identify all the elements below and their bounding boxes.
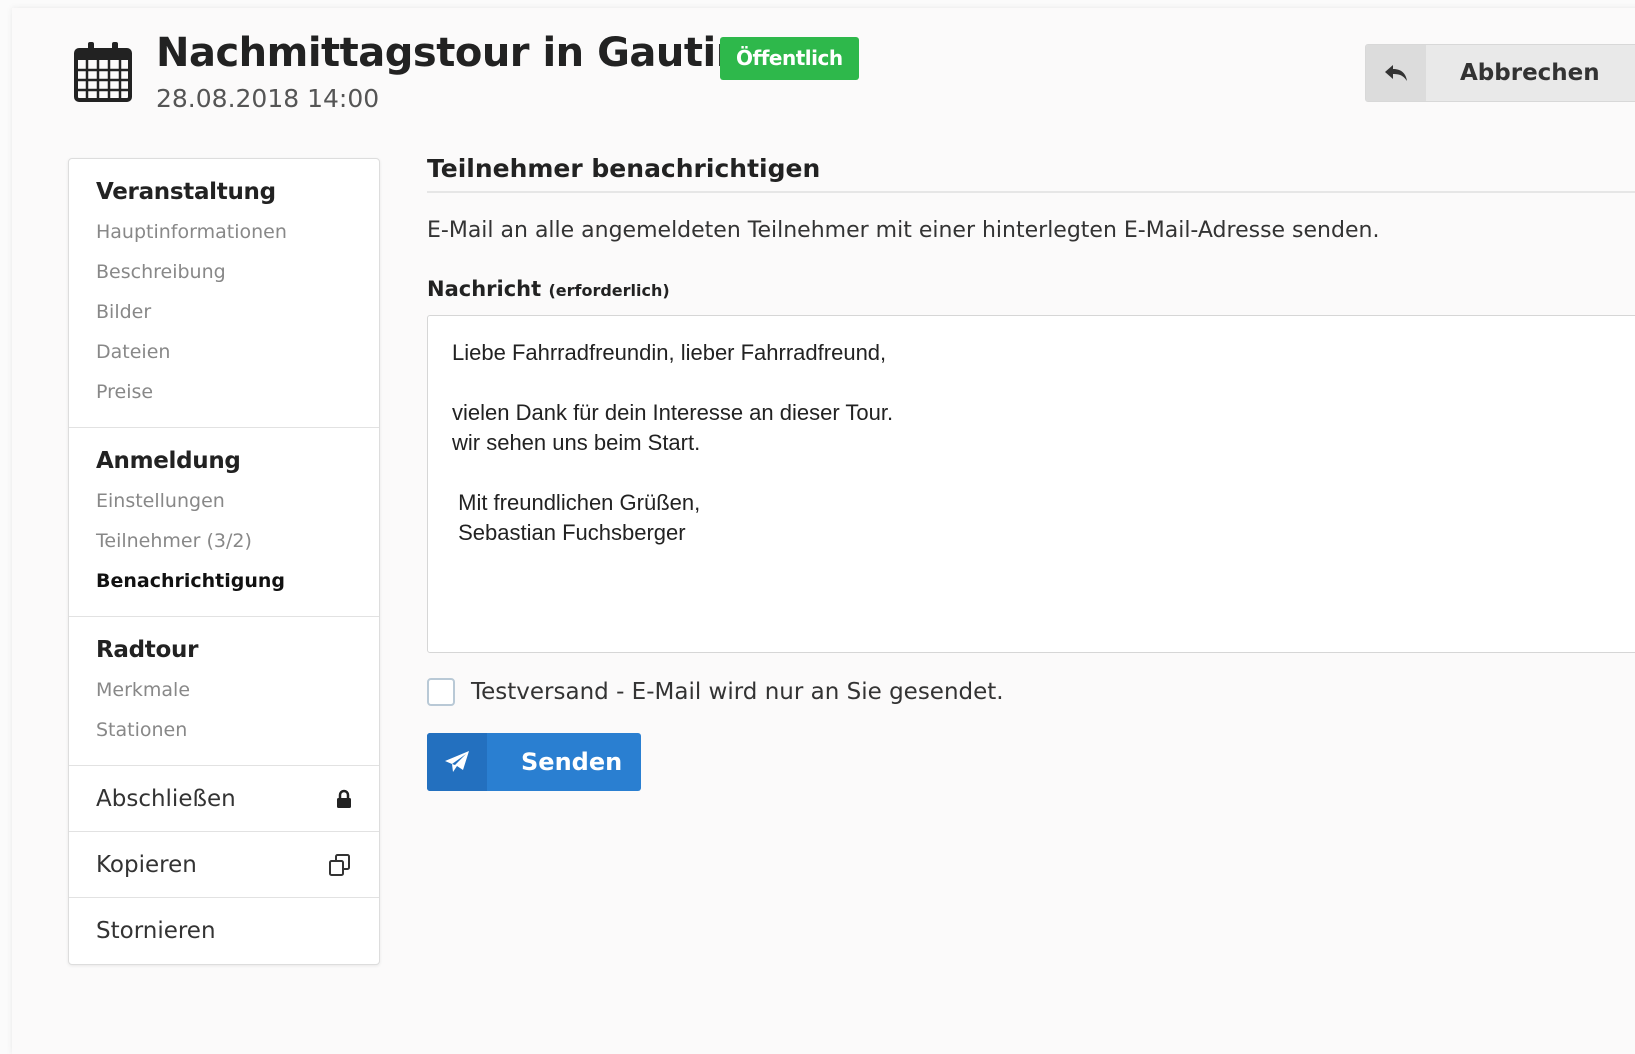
calendar-icon [74, 42, 132, 102]
sidebar-action-label: Kopieren [96, 851, 197, 878]
cancel-button-label: Abbrechen [1460, 60, 1600, 86]
sidebar-section-veranstaltung: Veranstaltung Hauptinformationen Beschre… [69, 159, 379, 428]
sidebar-item-preise[interactable]: Preise [96, 379, 352, 409]
message-textarea[interactable]: Liebe Fahrradfreundin, lieber Fahrradfre… [427, 315, 1635, 653]
sidebar-item-beschreibung[interactable]: Beschreibung [96, 259, 352, 299]
test-send-checkbox[interactable] [427, 678, 455, 706]
sidebar-item-benachrichtigung[interactable]: Benachrichtigung [96, 568, 352, 598]
test-send-label: Testversand - E-Mail wird nur an Sie ges… [471, 679, 1004, 705]
sidebar-item-dateien[interactable]: Dateien [96, 339, 352, 379]
lock-icon [337, 789, 351, 808]
required-hint: (erforderlich) [548, 281, 670, 300]
sidebar-item-merkmale[interactable]: Merkmale [96, 677, 352, 717]
sidebar-item-stationen[interactable]: Stationen [96, 717, 352, 747]
copy-icon [329, 853, 350, 876]
cancel-button[interactable]: Abbrechen [1365, 44, 1635, 102]
event-datetime: 28.08.2018 14:00 [156, 84, 380, 113]
reply-icon [1366, 45, 1426, 101]
sidebar-action-label: Stornieren [96, 918, 216, 944]
sidebar-action-stornieren[interactable]: Stornieren [69, 898, 379, 964]
sidebar-section-radtour: Radtour Merkmale Stationen [69, 617, 379, 766]
sidebar-action-label: Abschließen [96, 785, 236, 812]
sidebar-action-kopieren[interactable]: Kopieren [69, 832, 379, 898]
send-button[interactable]: Senden [427, 733, 641, 791]
message-label-text: Nachricht [427, 277, 542, 301]
sidebar-item-einstellungen[interactable]: Einstellungen [96, 488, 352, 528]
sidebar-item-teilnehmer[interactable]: Teilnehmer (3/2) [96, 528, 352, 568]
sidebar-section-title: Veranstaltung [96, 179, 276, 205]
paper-plane-icon [427, 733, 487, 791]
message-label: Nachricht (erforderlich) [427, 277, 670, 301]
sidebar-item-bilder[interactable]: Bilder [96, 299, 352, 339]
section-title: Teilnehmer benachrichtigen [427, 154, 1635, 193]
sidebar-section-anmeldung: Anmeldung Einstellungen Teilnehmer (3/2)… [69, 428, 379, 617]
sidebar-section-title: Anmeldung [96, 448, 241, 474]
section-description: E-Mail an alle angemeldeten Teilnehmer m… [427, 218, 1380, 243]
sidebar-item-hauptinformationen[interactable]: Hauptinformationen [96, 219, 352, 259]
test-send-checkbox-row[interactable]: Testversand - E-Mail wird nur an Sie ges… [427, 678, 1004, 706]
sidebar-section-title: Radtour [96, 637, 199, 663]
send-button-label: Senden [521, 748, 623, 776]
sidebar: Veranstaltung Hauptinformationen Beschre… [68, 158, 380, 965]
sidebar-action-abschliessen[interactable]: Abschließen [69, 766, 379, 832]
page-title: Nachmittagstour in Gauting [156, 30, 772, 76]
status-badge: Öffentlich [720, 37, 859, 80]
